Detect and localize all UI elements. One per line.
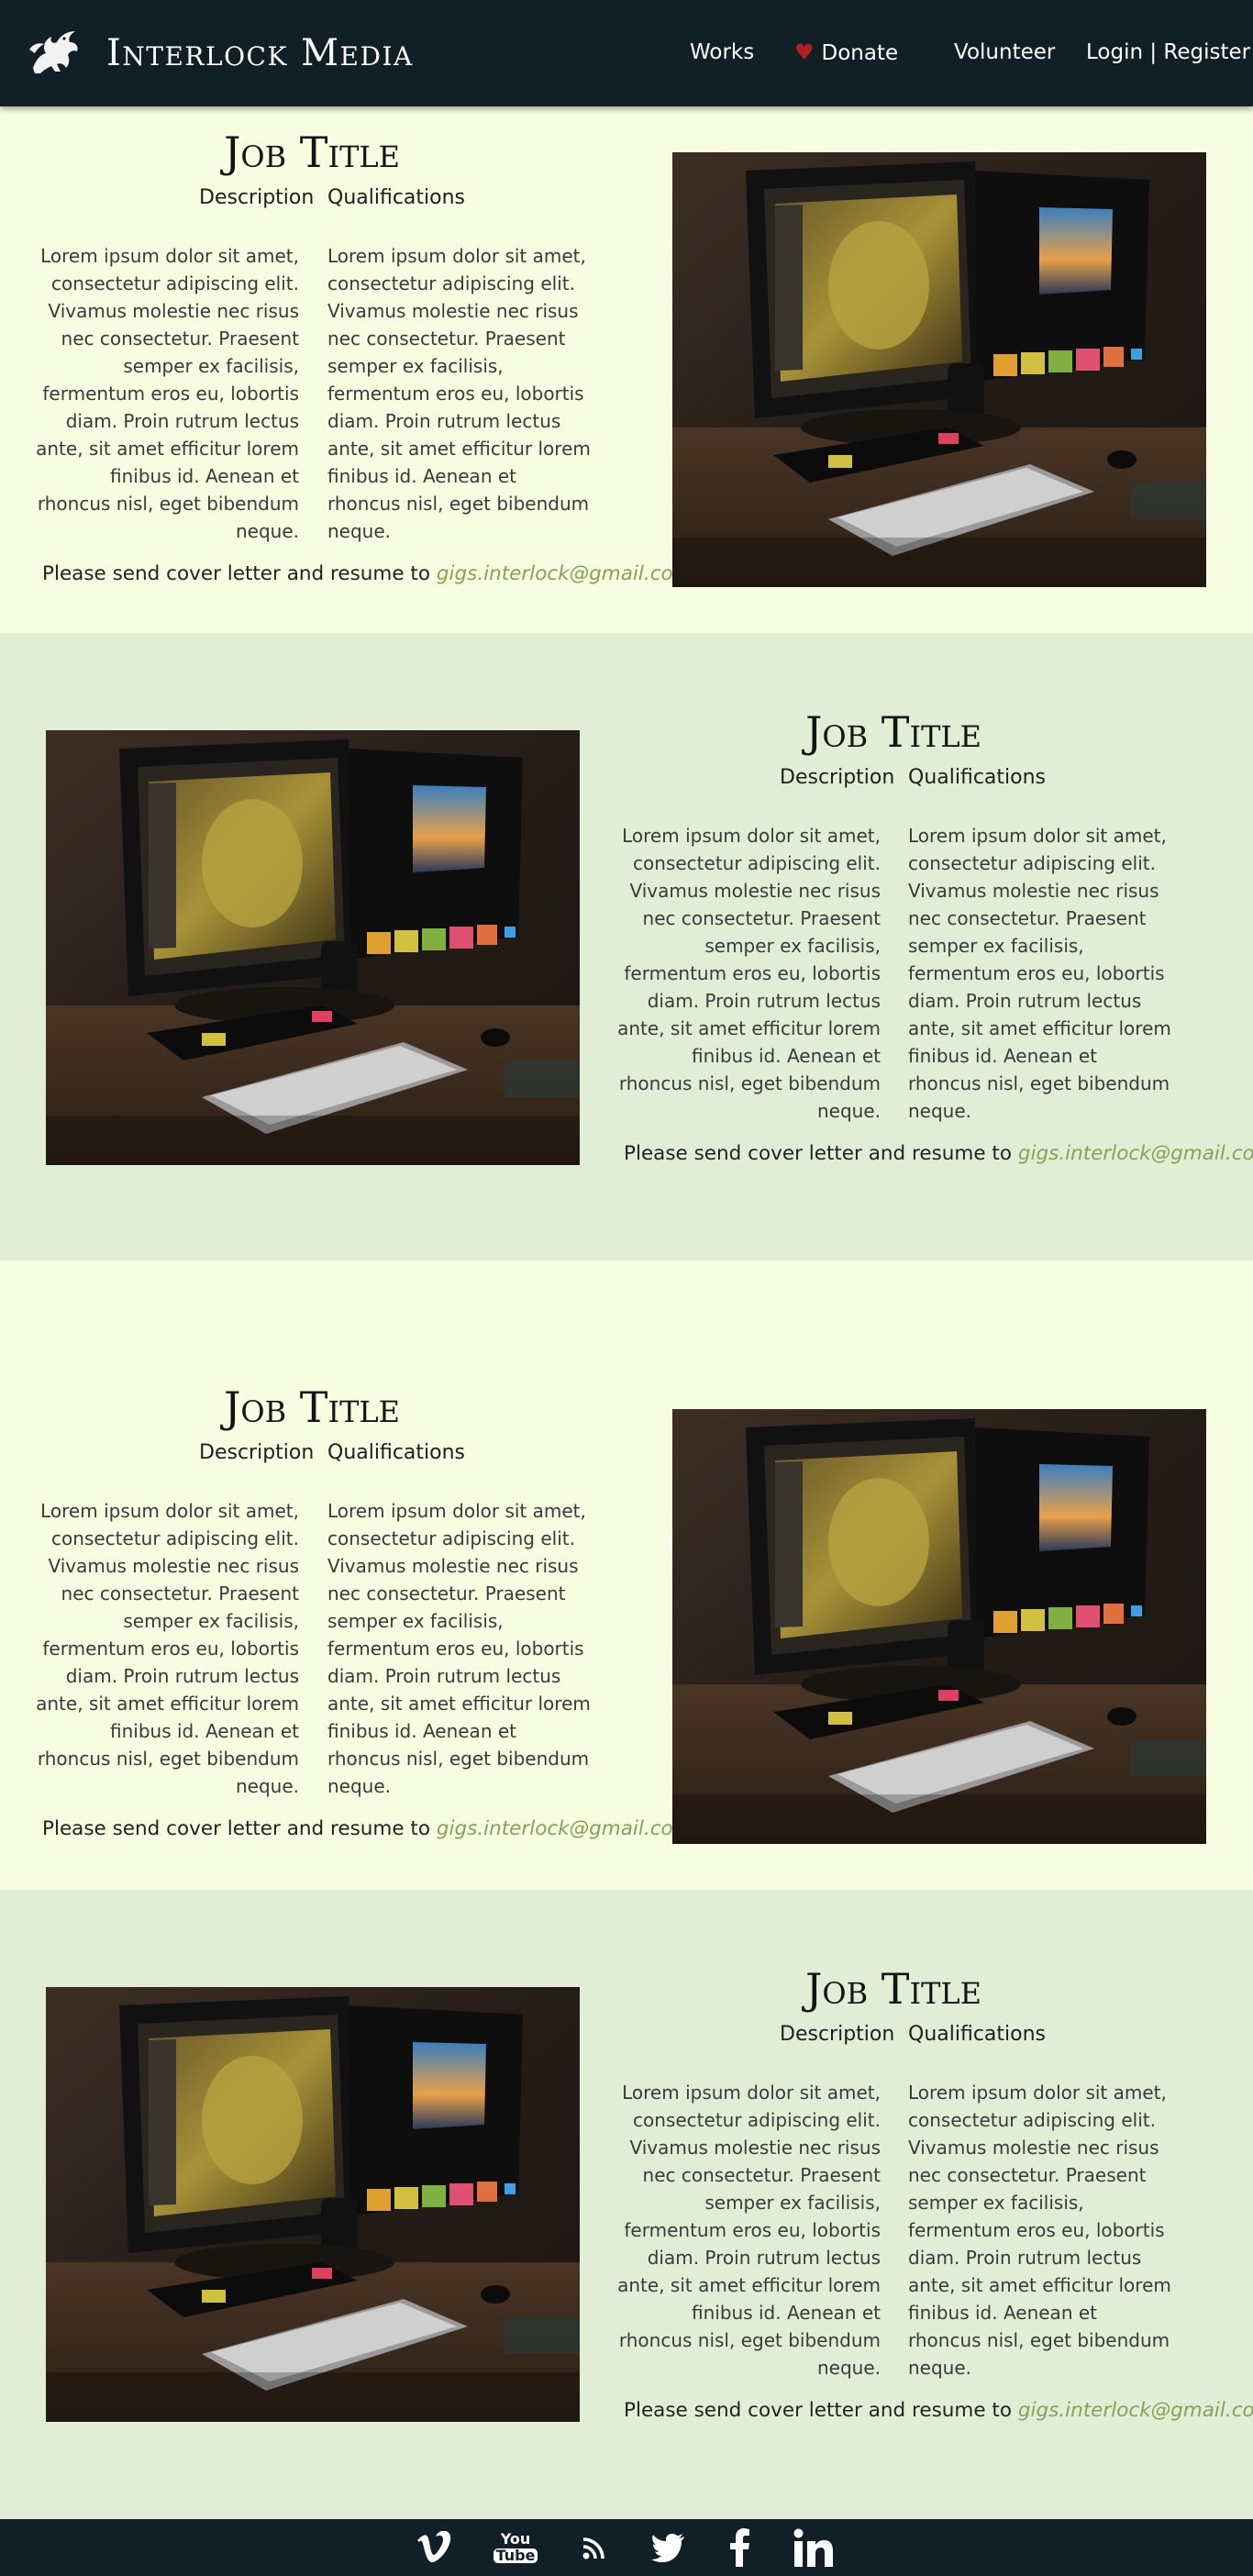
apply-instructions: Please send cover letter and resume to g… (42, 1816, 693, 1842)
qualifications-heading: Qualifications (908, 2023, 1047, 2046)
apply-instructions: Please send cover letter and resume to g… (624, 2398, 1253, 2424)
qualifications-heading: Qualifications (327, 1441, 466, 1464)
workstation-photo (672, 152, 1206, 587)
twitter-icon[interactable] (649, 2526, 688, 2569)
apply-instructions: Please send cover letter and resume to g… (42, 561, 693, 587)
nav-works[interactable]: Works (690, 39, 754, 66)
youtube-you-label: You (500, 2530, 531, 2548)
job-section-2: Job Title Description Qualifications Lor… (0, 633, 1253, 1260)
qualifications-heading: Qualifications (327, 186, 466, 209)
qualifications-text: Lorem ipsum dolor sit amet, consectetur … (908, 825, 1171, 1122)
linkedin-icon[interactable] (793, 2526, 835, 2569)
nav-donate-label: Donate (821, 41, 899, 65)
description-text: Lorem ipsum dolor sit amet, consectetur … (617, 825, 881, 1122)
job-title: Job Title (804, 707, 982, 757)
description-heading: Description (199, 1441, 315, 1464)
description-heading: Description (780, 2023, 895, 2046)
apply-text: Please send cover letter and resume to (624, 1142, 1012, 1165)
rss-icon[interactable] (578, 2526, 611, 2569)
nav-donate[interactable]: ♥ Donate (794, 39, 898, 67)
youtube-tube-label: Tube (493, 2548, 538, 2563)
job-section-1: Job Title Description Qualifications Lor… (0, 106, 1253, 633)
apply-instructions: Please send cover letter and resume to g… (624, 1141, 1253, 1167)
heart-icon: ♥ (794, 39, 815, 65)
griffin-logo-icon[interactable] (24, 22, 83, 81)
job-title: Job Title (804, 1964, 982, 2014)
qualifications-text: Lorem ipsum dolor sit amet, consectetur … (327, 245, 591, 542)
workstation-photo (46, 730, 580, 1165)
description-text: Lorem ipsum dolor sit amet, consectetur … (617, 2082, 881, 2379)
apply-text: Please send cover letter and resume to (624, 2399, 1012, 2422)
site-brand[interactable]: Interlock Media (106, 29, 414, 77)
vimeo-icon[interactable] (415, 2526, 453, 2569)
facebook-icon[interactable] (726, 2526, 754, 2569)
apply-text: Please send cover letter and resume to (42, 1817, 430, 1840)
email-link[interactable]: gigs.interlock@gmail.com (437, 1817, 693, 1840)
job-title: Job Title (223, 1382, 401, 1432)
email-link[interactable]: gigs.interlock@gmail.com (437, 562, 693, 585)
qualifications-text: Lorem ipsum dolor sit amet, consectetur … (327, 1500, 591, 1797)
description-text: Lorem ipsum dolor sit amet, consectetur … (36, 1500, 299, 1797)
job-title: Job Title (223, 128, 401, 177)
workstation-photo (46, 1987, 580, 2422)
description-text: Lorem ipsum dolor sit amet, consectetur … (36, 245, 299, 542)
qualifications-text: Lorem ipsum dolor sit amet, consectetur … (908, 2082, 1171, 2379)
nav-login-register[interactable]: Login | Register (1086, 39, 1250, 66)
nav-volunteer[interactable]: Volunteer (954, 39, 1055, 66)
workstation-photo (672, 1409, 1206, 1844)
email-link[interactable]: gigs.interlock@gmail.com (1018, 2399, 1253, 2422)
email-link[interactable]: gigs.interlock@gmail.com (1018, 1142, 1253, 1165)
top-navbar: Interlock Media Works ♥ Donate Volunteer … (0, 0, 1253, 106)
job-section-3: Job Title Description Qualifications Lor… (0, 1260, 1253, 1890)
qualifications-heading: Qualifications (908, 766, 1047, 789)
youtube-icon[interactable]: You Tube (492, 2526, 539, 2569)
job-section-4: Job Title Description Qualifications Lor… (0, 1890, 1253, 2519)
description-heading: Description (199, 186, 315, 209)
description-heading: Description (780, 766, 895, 789)
apply-text: Please send cover letter and resume to (42, 562, 430, 585)
footer: You Tube (0, 2519, 1253, 2576)
